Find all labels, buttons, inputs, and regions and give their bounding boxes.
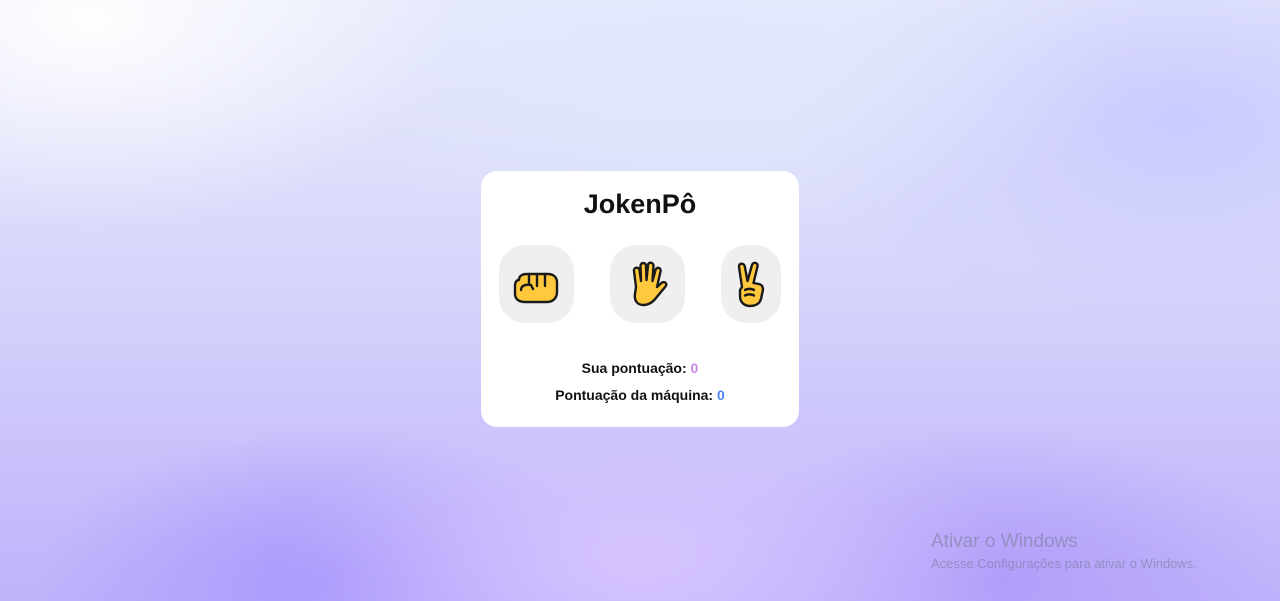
user-score: Sua pontuação: 0	[481, 360, 799, 376]
user-score-value: 0	[690, 360, 699, 376]
game-card: JokenPô Sua pontuação: 0 Pontuação da má…	[481, 171, 799, 427]
user-score-label: Sua pontuação:	[581, 360, 687, 376]
scissors-button[interactable]	[721, 245, 781, 323]
windows-activation-watermark: Ativar o Windows Acesse Configurações pa…	[931, 531, 1197, 574]
paper-button[interactable]	[610, 245, 685, 323]
raised-hand-icon	[632, 261, 667, 307]
watermark-subtitle: Acesse Configurações para ativar o Windo…	[931, 556, 1197, 571]
machine-score-label: Pontuação da máquina:	[555, 387, 714, 403]
machine-score: Pontuação da máquina: 0	[481, 387, 799, 403]
machine-score-value: 0	[717, 387, 725, 403]
fist-icon	[513, 272, 558, 304]
victory-hand-icon	[737, 261, 765, 308]
watermark-title: Ativar o Windows	[931, 531, 1078, 552]
rock-button[interactable]	[499, 245, 574, 323]
page-title: JokenPô	[583, 189, 697, 219]
